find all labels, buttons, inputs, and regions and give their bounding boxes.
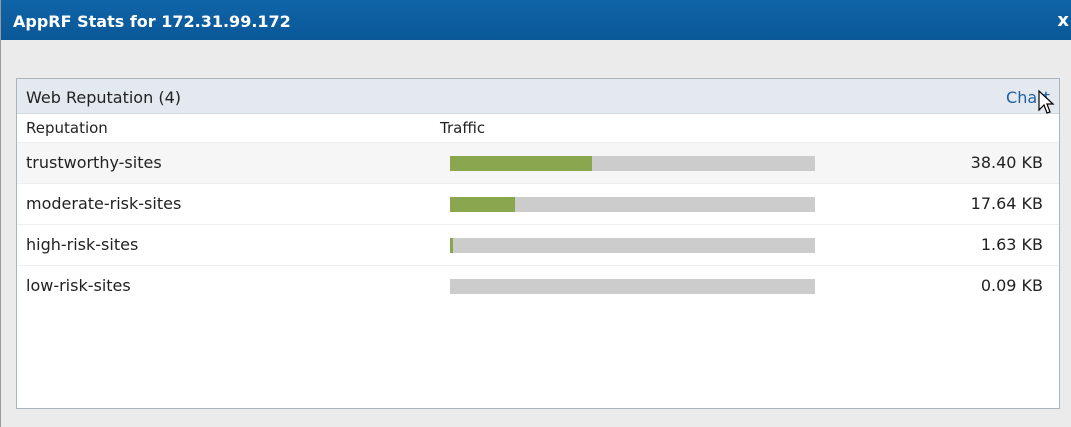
column-header-reputation[interactable]: Reputation: [26, 119, 108, 137]
traffic-value: 17.64 KB: [970, 194, 1043, 213]
panel-header: Web Reputation (4) Chart: [17, 79, 1059, 114]
traffic-bar-fill: [450, 156, 593, 171]
traffic-bar-fill: [450, 197, 515, 212]
web-reputation-panel: Web Reputation (4) Chart Reputation Traf…: [16, 78, 1060, 409]
panel-title: Web Reputation (4): [26, 88, 181, 107]
reputation-table: trustworthy-sites 38.40 KB moderate-risk…: [17, 142, 1059, 306]
dialog-titlebar[interactable]: AppRF Stats for 172.31.99.172 x: [1, 0, 1071, 40]
table-row[interactable]: high-risk-sites 1.63 KB: [17, 224, 1059, 265]
column-header-traffic[interactable]: Traffic: [440, 119, 485, 137]
table-row[interactable]: low-risk-sites 0.09 KB: [17, 265, 1059, 306]
reputation-name: moderate-risk-sites: [26, 194, 182, 213]
traffic-bar-fill: [450, 238, 453, 253]
traffic-bar: [450, 279, 815, 294]
apprf-stats-dialog: AppRF Stats for 172.31.99.172 x Web Repu…: [0, 0, 1071, 427]
traffic-bar: [450, 238, 815, 253]
traffic-bar: [450, 156, 815, 171]
column-headers: Reputation Traffic: [17, 114, 1059, 142]
close-icon[interactable]: x: [1057, 10, 1069, 31]
mouse-pointer-icon: [1038, 89, 1055, 114]
reputation-name: high-risk-sites: [26, 235, 139, 254]
traffic-value: 0.09 KB: [980, 276, 1043, 295]
table-row[interactable]: trustworthy-sites 38.40 KB: [17, 142, 1059, 183]
traffic-value: 38.40 KB: [970, 153, 1043, 172]
reputation-name: low-risk-sites: [26, 276, 131, 295]
dialog-title: AppRF Stats for 172.31.99.172: [13, 12, 291, 31]
traffic-value: 1.63 KB: [980, 235, 1043, 254]
traffic-bar: [450, 197, 815, 212]
table-row[interactable]: moderate-risk-sites 17.64 KB: [17, 183, 1059, 224]
reputation-name: trustworthy-sites: [26, 153, 162, 172]
